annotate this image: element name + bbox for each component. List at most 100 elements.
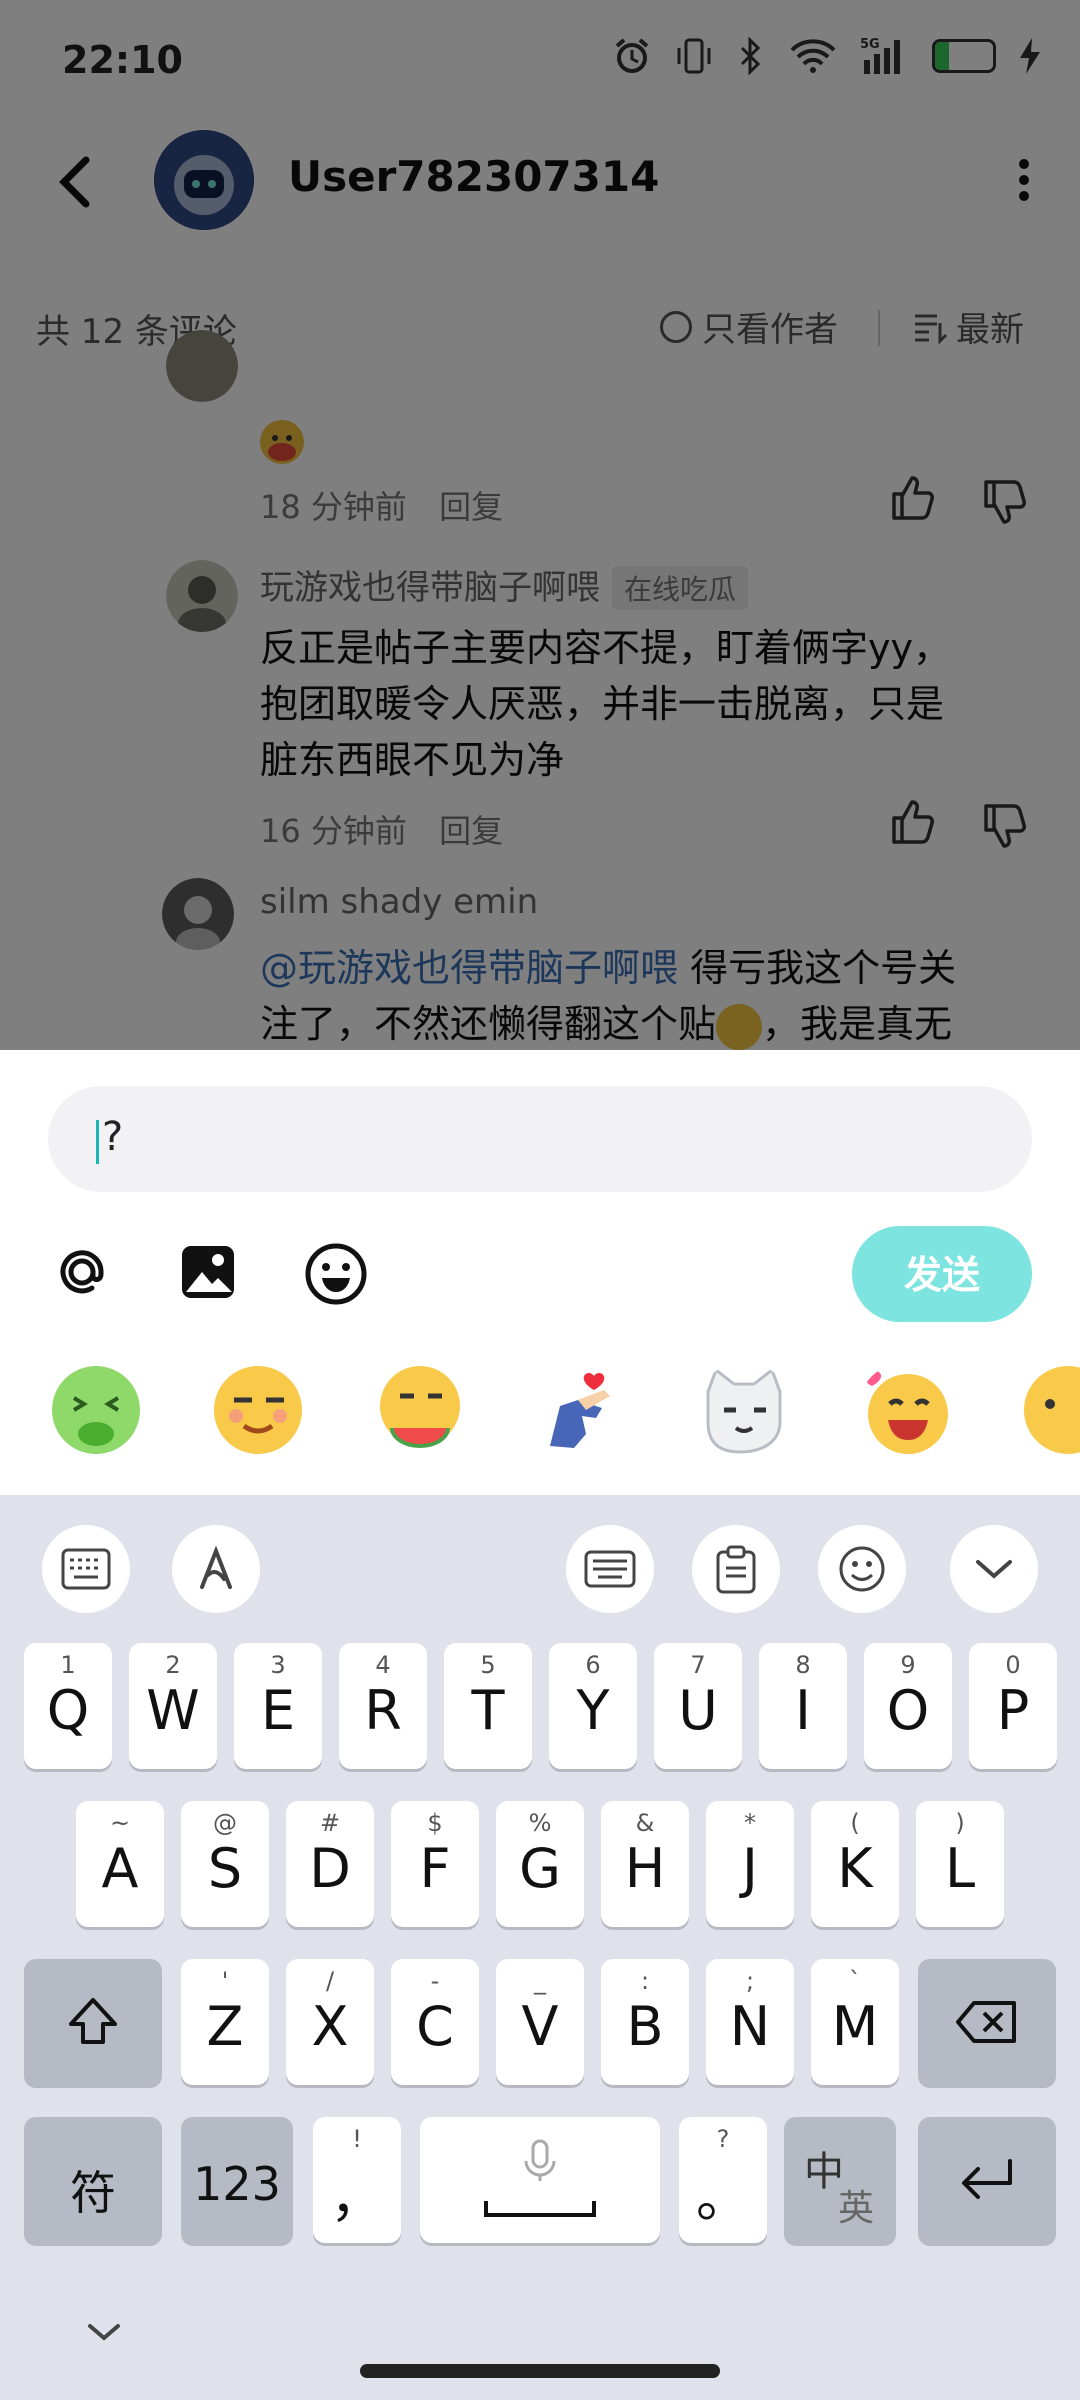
- key-t[interactable]: 5T: [444, 1643, 532, 1769]
- key-b[interactable]: :B: [601, 1959, 689, 2085]
- key-o[interactable]: 9O: [864, 1643, 952, 1769]
- key-y[interactable]: 6Y: [549, 1643, 637, 1769]
- emoji-keyboard-button[interactable]: [818, 1525, 906, 1613]
- chevron-down-icon: [88, 2324, 120, 2341]
- smirk-emoji-icon[interactable]: [210, 1362, 306, 1458]
- key-n[interactable]: ; N: [706, 1959, 794, 2085]
- key-hint: 6: [585, 1651, 601, 1679]
- key-w[interactable]: 2W: [129, 1643, 217, 1769]
- key-label: T: [471, 1679, 505, 1742]
- key-label: D: [309, 1837, 351, 1900]
- comment-input[interactable]: ?: [48, 1086, 1032, 1192]
- cat-emoji-icon[interactable]: [696, 1362, 792, 1458]
- shift-icon: [69, 1998, 117, 2044]
- key-label: W: [146, 1679, 200, 1742]
- symbols-key[interactable]: 符: [24, 2117, 162, 2243]
- key-label: R: [364, 1679, 402, 1742]
- key-label: 符: [70, 2166, 116, 2220]
- hide-keyboard-button[interactable]: [86, 2320, 122, 2348]
- key-l[interactable]: ) L: [916, 1801, 1004, 1927]
- space-bar-icon: [484, 2201, 596, 2217]
- key-label: J: [742, 1837, 758, 1900]
- comment-composer: ? 发送: [0, 1050, 1080, 1495]
- key-c[interactable]: -C: [391, 1959, 479, 2085]
- mention-button[interactable]: [52, 1242, 112, 1306]
- heart-grin-emoji-icon[interactable]: [858, 1362, 954, 1458]
- chevron-down-icon: [976, 1560, 1012, 1579]
- keyboard-settings-button[interactable]: [42, 1525, 130, 1613]
- home-indicator[interactable]: [360, 2364, 720, 2378]
- key-hint: $: [427, 1809, 443, 1837]
- period-key[interactable]: ?。: [679, 2117, 767, 2243]
- modal-overlay[interactable]: [0, 0, 1080, 1050]
- key-i[interactable]: 8I: [759, 1643, 847, 1769]
- enter-key[interactable]: [918, 2117, 1056, 2243]
- space-key[interactable]: [420, 2117, 660, 2243]
- comment-input-value: ?: [102, 1114, 124, 1160]
- collapse-keyboard-button[interactable]: [950, 1525, 1038, 1613]
- send-button[interactable]: 发送: [852, 1226, 1032, 1322]
- key-z[interactable]: ' Z: [181, 1959, 269, 2085]
- handwriting-button[interactable]: [172, 1525, 260, 1613]
- key-label: ，: [330, 2166, 384, 2229]
- lang-en-label: 英: [838, 2188, 875, 2229]
- key-h[interactable]: & H: [601, 1801, 689, 1927]
- backspace-key[interactable]: [918, 1959, 1056, 2085]
- key-label: 123: [193, 2157, 281, 2211]
- key-label: O: [886, 1679, 930, 1742]
- wink-emoji-icon[interactable]: [1020, 1362, 1080, 1458]
- key-x[interactable]: / X: [286, 1959, 374, 2085]
- keyboard-layout-button[interactable]: [566, 1525, 654, 1613]
- key-k[interactable]: (K: [811, 1801, 899, 1927]
- image-button[interactable]: [178, 1242, 238, 1306]
- key-g[interactable]: % G: [496, 1801, 584, 1927]
- key-a[interactable]: ~ A: [76, 1801, 164, 1927]
- key-p[interactable]: 0P: [969, 1643, 1057, 1769]
- emoji-button[interactable]: [304, 1242, 368, 1310]
- key-hint: 0: [1005, 1651, 1021, 1679]
- language-switch-key[interactable]: 中 英: [784, 2117, 896, 2243]
- key-r[interactable]: 4R: [339, 1643, 427, 1769]
- backspace-icon: [956, 2001, 1016, 2043]
- key-hint: /: [325, 1967, 335, 1995]
- numbers-key[interactable]: 123: [181, 2117, 293, 2243]
- key-q[interactable]: 1Q: [24, 1643, 112, 1769]
- key-hint: 9: [900, 1651, 916, 1679]
- key-e[interactable]: 3E: [234, 1643, 322, 1769]
- clipboard-button[interactable]: [692, 1525, 780, 1613]
- shift-key[interactable]: [24, 1959, 162, 2085]
- key-hint: 7: [690, 1651, 706, 1679]
- comma-key[interactable]: !，: [313, 2117, 401, 2243]
- app-screen: 22:10 5G 24 User782307314 共 12 条评论 只: [0, 0, 1080, 1050]
- key-f[interactable]: $ F: [391, 1801, 479, 1927]
- key-hint: ?: [716, 2125, 730, 2153]
- key-label: C: [416, 1995, 454, 2058]
- keyboard-icon: [584, 1550, 636, 1588]
- key-d[interactable]: # D: [286, 1801, 374, 1927]
- key-hint: 4: [375, 1651, 391, 1679]
- key-label: E: [260, 1679, 296, 1742]
- nauseated-emoji-icon[interactable]: [48, 1362, 144, 1458]
- text-caret: [96, 1120, 99, 1164]
- finger-heart-emoji-icon[interactable]: [534, 1362, 630, 1458]
- key-hint: ): [955, 1809, 965, 1837]
- key-label: Q: [46, 1679, 90, 1742]
- quick-emoji-row: [0, 1362, 1080, 1472]
- key-m[interactable]: ` M: [811, 1959, 899, 2085]
- key-label: M: [831, 1995, 879, 2058]
- key-label: Y: [576, 1679, 610, 1742]
- key-label: Z: [206, 1995, 244, 2058]
- smiley-icon: [839, 1546, 885, 1592]
- image-icon: [182, 1246, 234, 1298]
- key-hint: @: [213, 1809, 237, 1837]
- microphone-icon: [524, 2139, 556, 2181]
- keyboard-grid-icon: [61, 1548, 111, 1590]
- key-u[interactable]: 7U: [654, 1643, 742, 1769]
- key-v[interactable]: _ V: [496, 1959, 584, 2085]
- key-hint: #: [319, 1809, 341, 1837]
- watermelon-emoji-icon[interactable]: [372, 1362, 468, 1458]
- key-s[interactable]: @ S: [181, 1801, 269, 1927]
- key-j[interactable]: * J: [706, 1801, 794, 1927]
- key-hint: ;: [745, 1967, 755, 1995]
- key-label: K: [837, 1837, 873, 1900]
